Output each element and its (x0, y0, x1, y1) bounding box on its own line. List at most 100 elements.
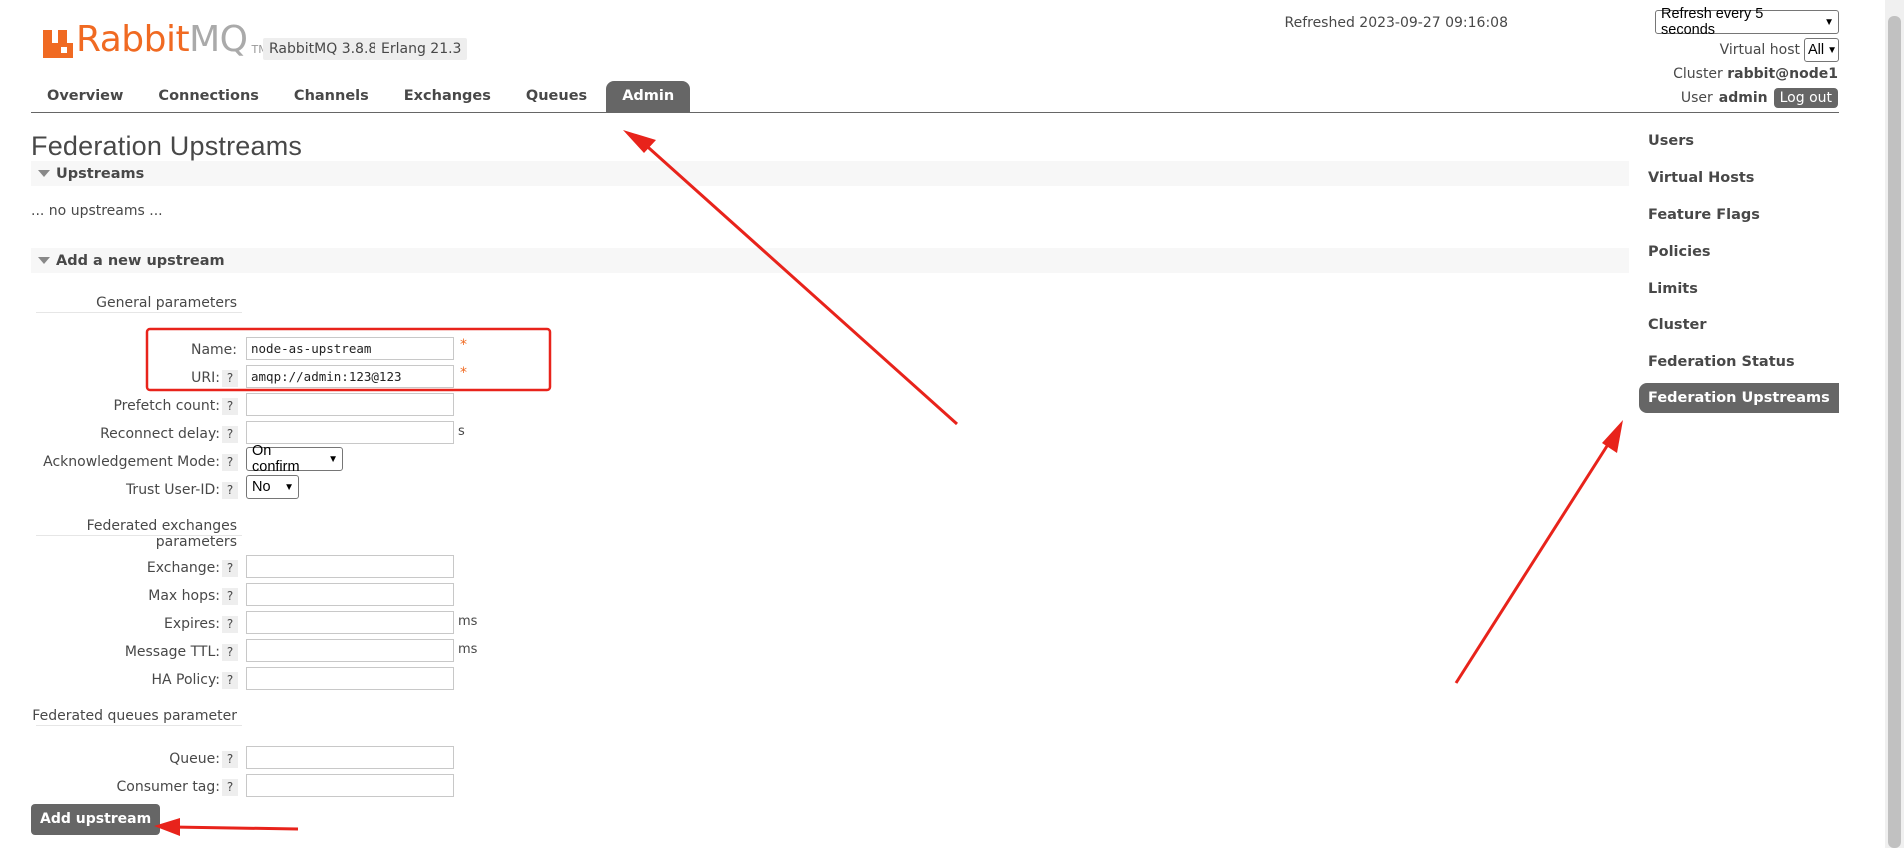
expires-input[interactable] (246, 611, 454, 634)
refresh-interval-select[interactable]: Refresh every 5 seconds ▼ (1655, 6, 1839, 38)
sidebar-item-cluster[interactable]: Cluster (1648, 310, 1839, 340)
queue-help-icon[interactable]: ? (222, 751, 238, 768)
reconnect-delay-input[interactable] (246, 421, 454, 444)
expires-label: Expires: (164, 616, 220, 632)
queue-label: Queue: (169, 751, 220, 767)
sidebar-item-virtual-hosts[interactable]: Virtual Hosts (1648, 163, 1839, 193)
collapse-triangle-icon (38, 170, 50, 177)
group-divider (36, 725, 242, 726)
main-nav-tabs: Overview Connections Channels Exchanges … (31, 81, 693, 112)
federated-exchanges-heading: Federated exchanges parameters (86, 518, 237, 550)
prefetch-count-input[interactable] (246, 393, 454, 416)
ack-mode-value: On confirm (252, 443, 300, 475)
logout-button[interactable]: Log out (1773, 88, 1838, 108)
tab-exchanges[interactable]: Exchanges (388, 81, 507, 112)
ack-mode-label: Acknowledgement Mode: (43, 454, 220, 470)
user-name: admin (1718, 90, 1768, 106)
chevron-down-icon: ▼ (1827, 44, 1838, 56)
name-input[interactable] (246, 337, 454, 360)
prefetch-help-icon[interactable]: ? (222, 398, 238, 415)
user-info: User admin Log out (1681, 88, 1838, 108)
virtual-host-value: All (1808, 42, 1825, 58)
page-title: Federation Upstreams (31, 131, 303, 161)
ack-mode-help-icon[interactable]: ? (222, 454, 238, 471)
max-hops-input[interactable] (246, 583, 454, 606)
chevron-down-icon: ▼ (1824, 16, 1834, 28)
rabbitmq-logo: RabbitMQ TM (43, 18, 268, 58)
sidebar-item-users[interactable]: Users (1648, 126, 1839, 156)
trust-user-id-select[interactable]: No ▼ (246, 475, 299, 499)
reconnect-delay-label: Reconnect delay: (100, 426, 220, 442)
upstreams-section-label: Upstreams (56, 165, 145, 182)
logo-wordmark: RabbitMQ (76, 19, 248, 60)
queue-input[interactable] (246, 746, 454, 769)
arrow-to-federation-upstreams (1454, 420, 1623, 684)
scrollbar-thumb[interactable] (1888, 16, 1901, 848)
max-hops-help-icon[interactable]: ? (222, 588, 238, 605)
reconnect-unit: s (458, 424, 465, 439)
message-ttl-help-icon[interactable]: ? (222, 644, 238, 661)
erlang-version-badge: Erlang 21.3 (375, 38, 468, 60)
consumer-tag-input[interactable] (246, 774, 454, 797)
reconnect-help-icon[interactable]: ? (222, 426, 238, 443)
ack-mode-select[interactable]: On confirm ▼ (246, 443, 343, 475)
ha-policy-input[interactable] (246, 667, 454, 690)
virtual-host-label: Virtual host (1719, 42, 1800, 58)
refreshed-timestamp: Refreshed 2023-09-27 09:16:08 (1284, 15, 1508, 31)
add-upstream-section-header[interactable]: Add a new upstream (31, 248, 1629, 273)
trust-user-id-value: No (252, 479, 271, 495)
trust-user-id-label: Trust User-ID: (125, 482, 220, 498)
group-divider (36, 535, 242, 536)
consumer-tag-help-icon[interactable]: ? (222, 779, 238, 796)
sidebar-item-limits[interactable]: Limits (1648, 274, 1839, 304)
name-label: Name: (190, 342, 237, 358)
cluster-name: rabbit@node1 (1727, 66, 1838, 82)
add-upstream-section-label: Add a new upstream (56, 252, 225, 269)
general-parameters-heading: General parameters (96, 295, 237, 311)
tab-queues[interactable]: Queues (510, 81, 603, 112)
uri-label: URI: (191, 370, 220, 386)
trust-user-id-help-icon[interactable]: ? (222, 482, 238, 499)
expires-help-icon[interactable]: ? (222, 616, 238, 633)
add-upstream-button[interactable]: Add upstream (31, 804, 161, 835)
required-marker: * (460, 365, 467, 381)
user-label: User (1680, 90, 1713, 106)
rabbit-logo-icon (43, 26, 73, 58)
required-marker: * (460, 337, 467, 353)
rabbitmq-version-badge: RabbitMQ 3.8.8 (263, 38, 384, 60)
exchange-help-icon[interactable]: ? (222, 560, 238, 577)
cluster-label: Cluster (1673, 66, 1723, 82)
sidebar-item-policies[interactable]: Policies (1648, 237, 1839, 267)
sidebar-item-federation-upstreams[interactable]: Federation Upstreams (1639, 383, 1839, 413)
federated-queues-heading: Federated queues parameter (32, 708, 237, 724)
ha-policy-label: HA Policy: (151, 672, 220, 688)
upstreams-section-header[interactable]: Upstreams (31, 161, 1629, 186)
ha-policy-help-icon[interactable]: ? (222, 672, 238, 689)
message-ttl-input[interactable] (246, 639, 454, 662)
message-ttl-unit: ms (458, 642, 478, 657)
group-divider (36, 312, 242, 313)
tab-overview[interactable]: Overview (31, 81, 139, 112)
message-ttl-label: Message TTL: (124, 644, 220, 660)
prefetch-count-label: Prefetch count: (113, 398, 220, 414)
uri-input[interactable] (246, 365, 454, 388)
expires-unit: ms (458, 614, 478, 629)
no-upstreams-message: ... no upstreams ... (31, 203, 163, 219)
tab-channels[interactable]: Channels (278, 81, 385, 112)
chevron-down-icon: ▼ (328, 453, 338, 465)
nav-divider (31, 112, 1839, 113)
uri-help-icon[interactable]: ? (222, 370, 238, 387)
sidebar-item-feature-flags[interactable]: Feature Flags (1648, 200, 1839, 230)
exchange-label: Exchange: (146, 560, 220, 576)
tab-connections[interactable]: Connections (142, 81, 275, 112)
arrow-to-add-upstream-button (154, 818, 299, 836)
exchange-input[interactable] (246, 555, 454, 578)
consumer-tag-label: Consumer tag: (116, 779, 220, 795)
virtual-host-select[interactable]: All ▼ (1804, 38, 1839, 62)
chevron-down-icon: ▼ (284, 481, 294, 493)
refresh-interval-value: Refresh every 5 seconds (1661, 6, 1764, 38)
cluster-info: Cluster rabbit@node1 (1673, 66, 1838, 82)
collapse-triangle-icon (38, 257, 50, 264)
tab-admin[interactable]: Admin (606, 81, 691, 112)
sidebar-item-federation-status[interactable]: Federation Status (1648, 347, 1839, 377)
